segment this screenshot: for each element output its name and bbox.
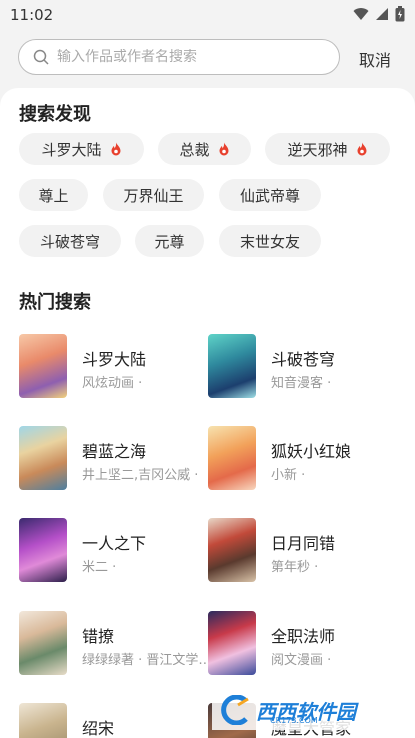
hot-item-author: 井上坚二,吉冈公威 ·: [82, 468, 199, 483]
hot-search-title: 热门搜索: [19, 292, 91, 313]
hot-item-author: 绿绿绿著 · 晋江文学城 ·: [82, 653, 212, 668]
hot-item-author: 小新 ·: [271, 468, 306, 483]
search-icon: [33, 49, 49, 65]
hot-item-title: 错撩: [82, 627, 115, 646]
main-panel: 搜索发现 斗罗大陆 总裁 逆天邪神 尊上 万界仙王 仙武帝尊 斗破苍穹 元尊 末…: [0, 88, 415, 738]
hot-item-title: 全职法师: [271, 627, 336, 646]
hot-item-title: 绍宋: [82, 719, 115, 738]
search-input[interactable]: [57, 49, 317, 65]
cover-image: [208, 518, 256, 582]
tag-label: 末世女友: [239, 232, 300, 251]
tag-label: 元尊: [154, 232, 185, 251]
tag-label: 尊上: [38, 186, 69, 205]
watermark-logo-icon: [221, 695, 249, 725]
hot-item-title: 一人之下: [82, 534, 147, 553]
hot-item-title: 日月同错: [271, 534, 336, 553]
tag-label: 仙武帝尊: [239, 186, 300, 205]
tag-label: 逆天邪神: [287, 140, 348, 159]
hot-item-title: 狐妖小红娘: [271, 442, 352, 461]
hot-search-item[interactable]: 错撩 绿绿绿著 · 晋江文学城 ·: [19, 611, 212, 677]
hot-item-author: 阅文漫画 ·: [271, 653, 332, 668]
cover-image: [19, 611, 67, 675]
fire-icon: [111, 142, 120, 156]
hot-search-item[interactable]: 绍宋: [19, 703, 209, 738]
tag-item[interactable]: 万界仙王: [103, 179, 204, 211]
status-bar: 11:02: [0, 0, 415, 30]
hot-search-item[interactable]: 斗罗大陆 风炫动画 ·: [19, 334, 209, 400]
cover-image: [208, 426, 256, 490]
cover-image: [208, 611, 256, 675]
cancel-button[interactable]: 取消: [359, 47, 391, 71]
watermark-url: CR173.COM: [270, 716, 318, 725]
hot-search-item[interactable]: 一人之下 米二 ·: [19, 518, 209, 584]
hot-item-author: 米二 ·: [82, 560, 117, 575]
tag-item[interactable]: 末世女友: [219, 225, 321, 257]
cover-image: [19, 426, 67, 490]
hot-item-author: 知音漫客 ·: [271, 376, 332, 391]
hot-item-title: 斗罗大陆: [82, 350, 147, 369]
battery-icon: [395, 6, 405, 22]
tag-item[interactable]: 尊上: [19, 179, 88, 211]
cover-image: [19, 518, 67, 582]
hot-item-title: 斗破苍穹: [271, 350, 336, 369]
signal-icon: [376, 8, 388, 20]
tag-item[interactable]: 斗破苍穹: [19, 225, 121, 257]
hot-search-item[interactable]: 斗破苍穹 知音漫客 ·: [208, 334, 398, 400]
tag-item[interactable]: 斗罗大陆: [19, 133, 144, 165]
fire-icon: [219, 142, 228, 156]
hot-search-item[interactable]: 全职法师 阅文漫画 ·: [208, 611, 398, 677]
hot-item-author: 风炫动画 ·: [82, 376, 143, 391]
discover-title: 搜索发现: [19, 104, 91, 125]
hot-item-title: 碧蓝之海: [82, 442, 147, 461]
tag-label: 总裁: [179, 140, 210, 159]
cover-image: [208, 334, 256, 398]
hot-item-author: 第年秒 ·: [271, 560, 319, 575]
hot-search-item[interactable]: 碧蓝之海 井上坚二,吉冈公威 ·: [19, 426, 209, 492]
hot-search-item[interactable]: 狐妖小红娘 小新 ·: [208, 426, 398, 492]
tag-item[interactable]: 元尊: [135, 225, 204, 257]
tag-item[interactable]: 总裁: [158, 133, 251, 165]
watermark: 西西软件园 CR173.COM: [212, 690, 396, 730]
cover-image: [19, 334, 67, 398]
search-box[interactable]: [18, 39, 340, 75]
tag-label: 斗破苍穹: [39, 232, 100, 251]
fire-icon: [357, 142, 366, 156]
tag-label: 斗罗大陆: [41, 140, 102, 159]
search-header: 取消: [0, 30, 415, 88]
tag-label: 万界仙王: [123, 186, 184, 205]
status-time: 11:02: [10, 6, 54, 24]
cover-image: [19, 703, 67, 738]
tag-item[interactable]: 逆天邪神: [265, 133, 390, 165]
status-icons: [353, 6, 405, 22]
hot-search-item[interactable]: 日月同错 第年秒 ·: [208, 518, 398, 584]
tag-item[interactable]: 仙武帝尊: [219, 179, 321, 211]
wifi-icon: [353, 8, 369, 20]
